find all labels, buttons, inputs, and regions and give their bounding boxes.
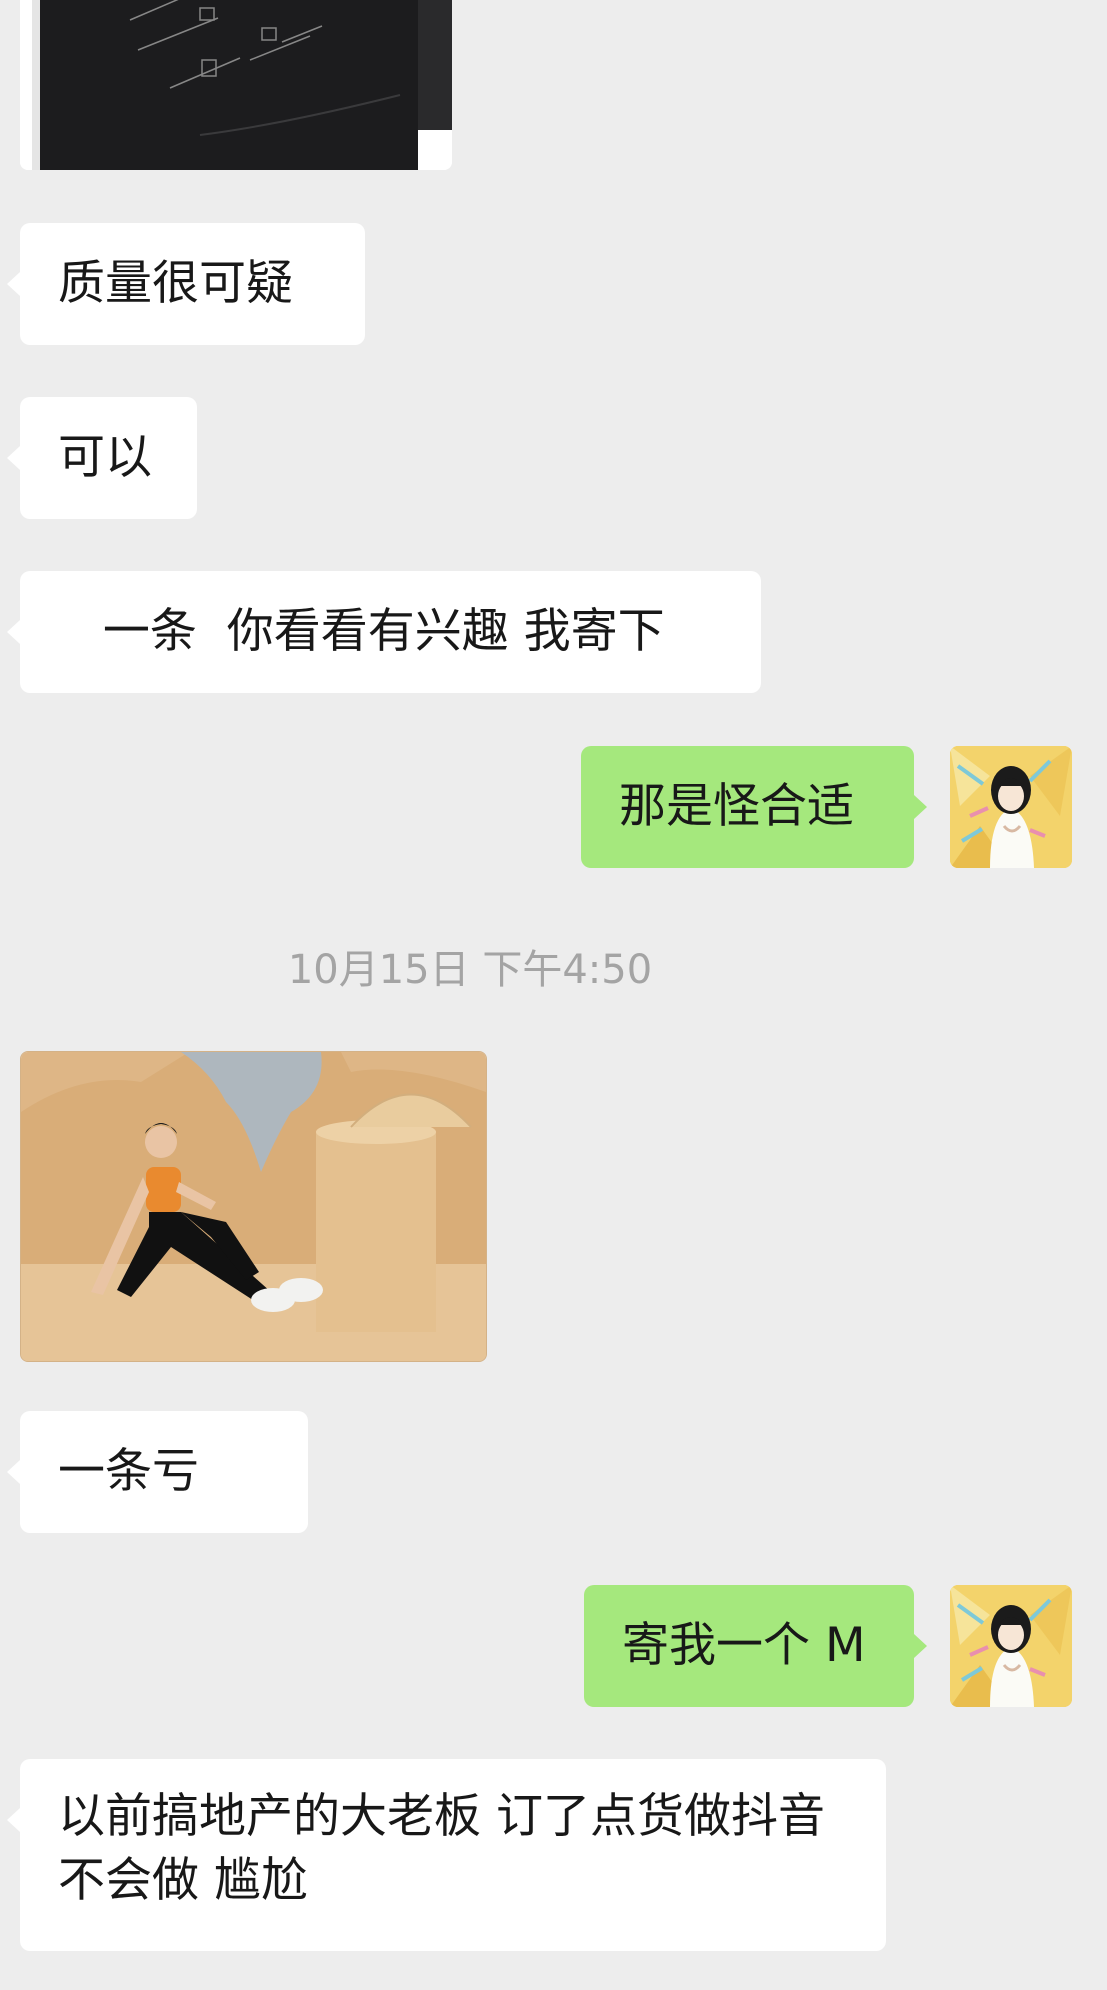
image-message-photo[interactable] [20, 1051, 487, 1362]
user-avatar-icon [950, 1585, 1072, 1707]
message-bubble[interactable]: 一条亏 [20, 1411, 308, 1533]
care-label-image [20, 0, 452, 170]
message-bubble[interactable]: 寄我一个 M [584, 1585, 914, 1707]
bubble-tail [914, 795, 927, 819]
bubble-tail [7, 272, 20, 296]
message-bubble[interactable]: 质量很可疑 [20, 223, 365, 345]
message-bubble[interactable]: 以前搞地产的大老板 订了点货做抖音 不会做 尴尬 [20, 1759, 886, 1951]
product-photo [21, 1052, 486, 1361]
avatar[interactable] [950, 1585, 1072, 1707]
bubble-tail [7, 446, 20, 470]
bubble-tail [7, 1808, 20, 1832]
message-bubble[interactable]: 可以 [20, 397, 197, 519]
avatar[interactable] [950, 746, 1072, 868]
bubble-tail [7, 1460, 20, 1484]
bubble-tail [7, 620, 20, 644]
message-bubble[interactable]: 那是怪合适 [581, 746, 914, 868]
bubble-tail [914, 1634, 927, 1658]
message-bubble[interactable]: 一条 你看看有兴趣 我寄下 [20, 571, 761, 693]
image-message-care-label[interactable] [20, 0, 452, 170]
timestamp: 10月15日 下午4:50 [287, 947, 653, 993]
user-avatar-icon [950, 746, 1072, 868]
